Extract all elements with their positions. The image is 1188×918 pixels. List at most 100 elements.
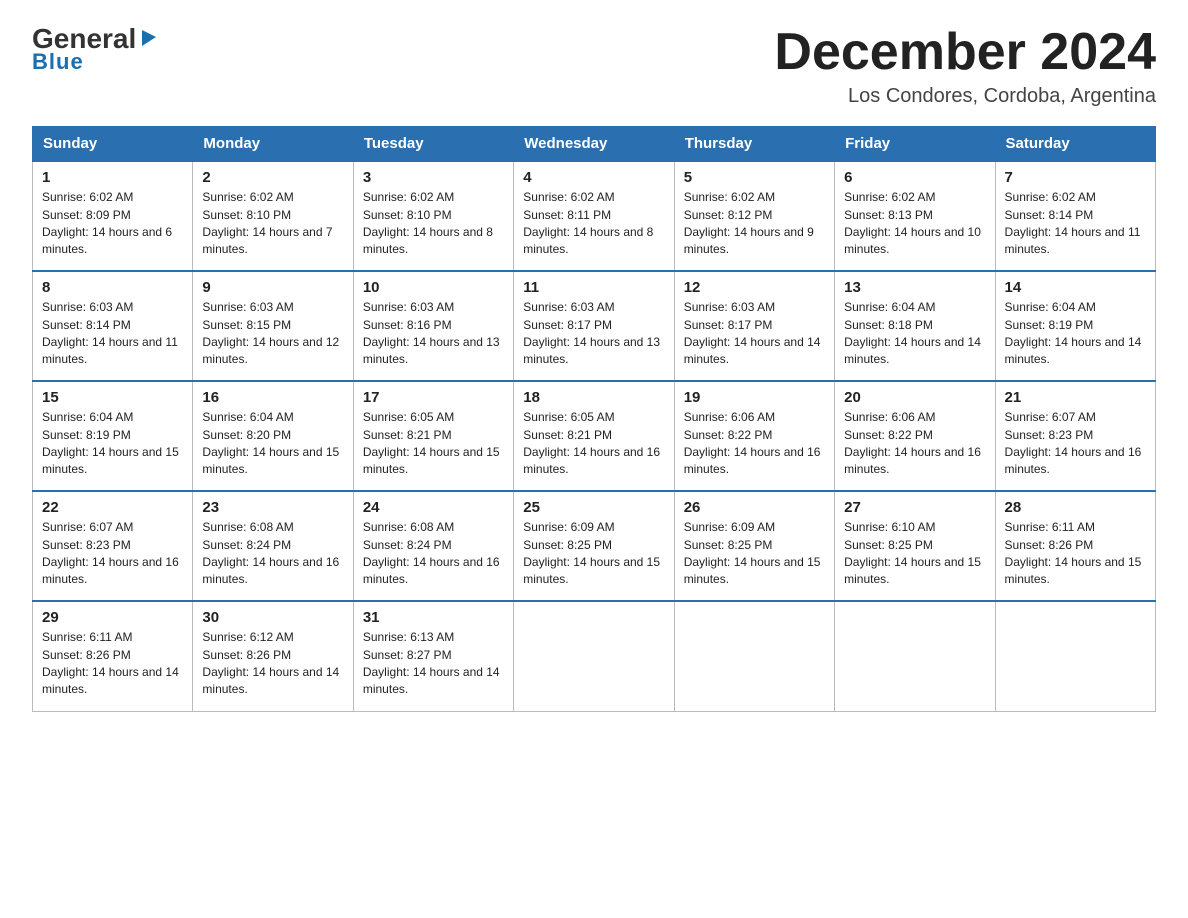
day-info: Sunrise: 6:09 AMSunset: 8:25 PMDaylight:…: [523, 519, 664, 589]
day-info: Sunrise: 6:03 AMSunset: 8:16 PMDaylight:…: [363, 299, 504, 369]
month-title: December 2024: [774, 24, 1156, 81]
calendar-cell: 13 Sunrise: 6:04 AMSunset: 8:18 PMDaylig…: [835, 271, 995, 381]
header-friday: Friday: [835, 127, 995, 162]
calendar-cell: 31 Sunrise: 6:13 AMSunset: 8:27 PMDaylig…: [353, 601, 513, 711]
day-info: Sunrise: 6:04 AMSunset: 8:20 PMDaylight:…: [202, 409, 343, 479]
calendar-cell: [674, 601, 834, 711]
day-number: 29: [42, 609, 183, 626]
page-header: General Blue December 2024 Los Condores,…: [32, 24, 1156, 108]
calendar-cell: 30 Sunrise: 6:12 AMSunset: 8:26 PMDaylig…: [193, 601, 353, 711]
calendar-cell: 21 Sunrise: 6:07 AMSunset: 8:23 PMDaylig…: [995, 381, 1155, 491]
day-info: Sunrise: 6:11 AMSunset: 8:26 PMDaylight:…: [42, 629, 183, 699]
header-monday: Monday: [193, 127, 353, 162]
calendar-cell: [995, 601, 1155, 711]
title-area: December 2024 Los Condores, Cordoba, Arg…: [774, 24, 1156, 108]
calendar-cell: [835, 601, 995, 711]
day-number: 31: [363, 609, 504, 626]
header-wednesday: Wednesday: [514, 127, 674, 162]
day-info: Sunrise: 6:02 AMSunset: 8:13 PMDaylight:…: [844, 189, 985, 259]
day-number: 20: [844, 389, 985, 406]
day-info: Sunrise: 6:04 AMSunset: 8:19 PMDaylight:…: [1005, 299, 1146, 369]
day-info: Sunrise: 6:02 AMSunset: 8:11 PMDaylight:…: [523, 189, 664, 259]
day-info: Sunrise: 6:04 AMSunset: 8:19 PMDaylight:…: [42, 409, 183, 479]
calendar-table: SundayMondayTuesdayWednesdayThursdayFrid…: [32, 126, 1156, 712]
day-info: Sunrise: 6:07 AMSunset: 8:23 PMDaylight:…: [1005, 409, 1146, 479]
header-thursday: Thursday: [674, 127, 834, 162]
header-sunday: Sunday: [33, 127, 193, 162]
location-subtitle: Los Condores, Cordoba, Argentina: [774, 85, 1156, 108]
calendar-cell: 5 Sunrise: 6:02 AMSunset: 8:12 PMDayligh…: [674, 161, 834, 271]
day-info: Sunrise: 6:13 AMSunset: 8:27 PMDaylight:…: [363, 629, 504, 699]
header-tuesday: Tuesday: [353, 127, 513, 162]
day-info: Sunrise: 6:03 AMSunset: 8:17 PMDaylight:…: [684, 299, 825, 369]
calendar-cell: 10 Sunrise: 6:03 AMSunset: 8:16 PMDaylig…: [353, 271, 513, 381]
day-number: 4: [523, 169, 664, 186]
day-number: 8: [42, 279, 183, 296]
calendar-cell: 4 Sunrise: 6:02 AMSunset: 8:11 PMDayligh…: [514, 161, 674, 271]
day-number: 14: [1005, 279, 1146, 296]
day-number: 9: [202, 279, 343, 296]
calendar-cell: 14 Sunrise: 6:04 AMSunset: 8:19 PMDaylig…: [995, 271, 1155, 381]
day-number: 25: [523, 499, 664, 516]
calendar-week-row: 22 Sunrise: 6:07 AMSunset: 8:23 PMDaylig…: [33, 491, 1156, 601]
day-info: Sunrise: 6:02 AMSunset: 8:09 PMDaylight:…: [42, 189, 183, 259]
logo-triangle-icon: [138, 26, 160, 48]
day-number: 6: [844, 169, 985, 186]
calendar-cell: 18 Sunrise: 6:05 AMSunset: 8:21 PMDaylig…: [514, 381, 674, 491]
calendar-cell: 15 Sunrise: 6:04 AMSunset: 8:19 PMDaylig…: [33, 381, 193, 491]
calendar-cell: 27 Sunrise: 6:10 AMSunset: 8:25 PMDaylig…: [835, 491, 995, 601]
calendar-cell: 3 Sunrise: 6:02 AMSunset: 8:10 PMDayligh…: [353, 161, 513, 271]
day-number: 26: [684, 499, 825, 516]
calendar-cell: 25 Sunrise: 6:09 AMSunset: 8:25 PMDaylig…: [514, 491, 674, 601]
calendar-cell: 28 Sunrise: 6:11 AMSunset: 8:26 PMDaylig…: [995, 491, 1155, 601]
day-info: Sunrise: 6:02 AMSunset: 8:10 PMDaylight:…: [363, 189, 504, 259]
calendar-cell: 23 Sunrise: 6:08 AMSunset: 8:24 PMDaylig…: [193, 491, 353, 601]
calendar-week-row: 1 Sunrise: 6:02 AMSunset: 8:09 PMDayligh…: [33, 161, 1156, 271]
day-number: 27: [844, 499, 985, 516]
day-number: 13: [844, 279, 985, 296]
day-number: 24: [363, 499, 504, 516]
calendar-cell: 1 Sunrise: 6:02 AMSunset: 8:09 PMDayligh…: [33, 161, 193, 271]
day-number: 11: [523, 279, 664, 296]
calendar-cell: [514, 601, 674, 711]
day-number: 23: [202, 499, 343, 516]
day-number: 5: [684, 169, 825, 186]
calendar-week-row: 15 Sunrise: 6:04 AMSunset: 8:19 PMDaylig…: [33, 381, 1156, 491]
calendar-cell: 19 Sunrise: 6:06 AMSunset: 8:22 PMDaylig…: [674, 381, 834, 491]
calendar-cell: 11 Sunrise: 6:03 AMSunset: 8:17 PMDaylig…: [514, 271, 674, 381]
day-number: 7: [1005, 169, 1146, 186]
day-info: Sunrise: 6:07 AMSunset: 8:23 PMDaylight:…: [42, 519, 183, 589]
calendar-cell: 29 Sunrise: 6:11 AMSunset: 8:26 PMDaylig…: [33, 601, 193, 711]
calendar-cell: 24 Sunrise: 6:08 AMSunset: 8:24 PMDaylig…: [353, 491, 513, 601]
calendar-cell: 9 Sunrise: 6:03 AMSunset: 8:15 PMDayligh…: [193, 271, 353, 381]
day-info: Sunrise: 6:10 AMSunset: 8:25 PMDaylight:…: [844, 519, 985, 589]
calendar-cell: 20 Sunrise: 6:06 AMSunset: 8:22 PMDaylig…: [835, 381, 995, 491]
day-number: 2: [202, 169, 343, 186]
calendar-cell: 2 Sunrise: 6:02 AMSunset: 8:10 PMDayligh…: [193, 161, 353, 271]
day-info: Sunrise: 6:02 AMSunset: 8:12 PMDaylight:…: [684, 189, 825, 259]
calendar-week-row: 8 Sunrise: 6:03 AMSunset: 8:14 PMDayligh…: [33, 271, 1156, 381]
day-info: Sunrise: 6:02 AMSunset: 8:10 PMDaylight:…: [202, 189, 343, 259]
day-number: 19: [684, 389, 825, 406]
calendar-cell: 12 Sunrise: 6:03 AMSunset: 8:17 PMDaylig…: [674, 271, 834, 381]
calendar-week-row: 29 Sunrise: 6:11 AMSunset: 8:26 PMDaylig…: [33, 601, 1156, 711]
day-number: 18: [523, 389, 664, 406]
day-number: 17: [363, 389, 504, 406]
day-number: 16: [202, 389, 343, 406]
day-info: Sunrise: 6:06 AMSunset: 8:22 PMDaylight:…: [684, 409, 825, 479]
day-number: 12: [684, 279, 825, 296]
day-info: Sunrise: 6:03 AMSunset: 8:15 PMDaylight:…: [202, 299, 343, 369]
day-info: Sunrise: 6:06 AMSunset: 8:22 PMDaylight:…: [844, 409, 985, 479]
calendar-header-row: SundayMondayTuesdayWednesdayThursdayFrid…: [33, 127, 1156, 162]
day-info: Sunrise: 6:02 AMSunset: 8:14 PMDaylight:…: [1005, 189, 1146, 259]
logo: General Blue: [32, 24, 160, 75]
day-info: Sunrise: 6:03 AMSunset: 8:14 PMDaylight:…: [42, 299, 183, 369]
day-info: Sunrise: 6:08 AMSunset: 8:24 PMDaylight:…: [202, 519, 343, 589]
day-info: Sunrise: 6:03 AMSunset: 8:17 PMDaylight:…: [523, 299, 664, 369]
day-number: 15: [42, 389, 183, 406]
calendar-cell: 6 Sunrise: 6:02 AMSunset: 8:13 PMDayligh…: [835, 161, 995, 271]
day-number: 28: [1005, 499, 1146, 516]
calendar-cell: 16 Sunrise: 6:04 AMSunset: 8:20 PMDaylig…: [193, 381, 353, 491]
day-info: Sunrise: 6:12 AMSunset: 8:26 PMDaylight:…: [202, 629, 343, 699]
day-info: Sunrise: 6:05 AMSunset: 8:21 PMDaylight:…: [523, 409, 664, 479]
